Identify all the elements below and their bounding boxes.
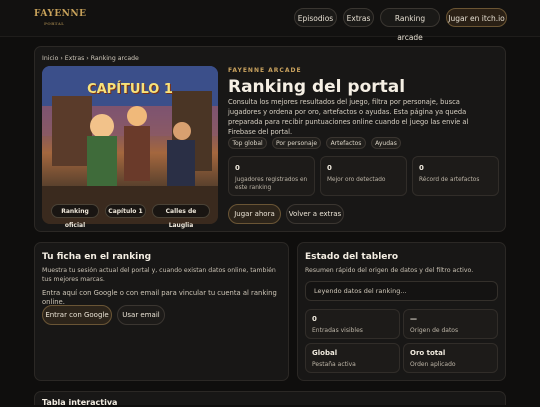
tag-por-personaje[interactable]: Por personaje [272, 137, 321, 149]
login-google-button[interactable]: Entrar con Google [42, 305, 112, 325]
cover-image: CAPÍTULO 1 [42, 66, 218, 224]
card-sort-order-value: Oro total [410, 349, 446, 357]
card-sort-order-label: Orden aplicado [410, 361, 456, 368]
login-email-button[interactable]: Usar email [117, 305, 165, 325]
card-data-source: — Origen de datos [403, 309, 498, 339]
card-active-tab-label: Pestaña activa [312, 361, 356, 368]
stat-players-value: 0 [235, 164, 240, 172]
logo-text: FAYENNE [34, 9, 87, 19]
card-data-source-label: Origen de datos [410, 327, 459, 334]
stat-best-gold: 0 Mejor oro detectado [320, 156, 407, 196]
nav-play-itch[interactable]: Jugar en itch.io [446, 8, 507, 27]
stat-best-gold-label: Mejor oro detectado [327, 177, 386, 183]
cover-title: CAPÍTULO 1 [87, 82, 173, 97]
stat-players-label: Jugadores registrados en este ranking [235, 177, 308, 191]
chip-ranking-oficial: Ranking oficial [51, 204, 99, 229]
tag-ayudas[interactable]: Ayudas [371, 137, 401, 149]
ranking-loading-status: Leyendo datos del ranking... [305, 281, 498, 301]
hero-eyebrow: FAYENNE ARCADE [228, 67, 302, 74]
stat-artifacts: 0 Récord de artefactos [412, 156, 499, 196]
chip-location: Calles de Lauglia [152, 204, 210, 229]
page-title: Ranking del portal [228, 77, 406, 97]
card-active-tab: Global Pestaña activa [305, 343, 400, 373]
stat-players: 0 Jugadores registrados en este ranking [228, 156, 315, 196]
breadcrumb: Inicio › Extras › Ranking arcade [42, 55, 139, 62]
card-visible-entries: 0 Entradas visibles [305, 309, 400, 339]
profile-description: Muestra tu sesión actual del portal y, c… [42, 267, 276, 283]
nav-episodios[interactable]: Episodios [294, 8, 337, 27]
stat-best-gold-value: 0 [327, 164, 332, 172]
hero-description: Consulta los mejores resultados del jueg… [228, 98, 469, 136]
board-title: Estado del tablero [305, 252, 399, 262]
card-data-source-value: — [410, 315, 417, 323]
site-logo[interactable]: FAYENNE PORTAL [34, 9, 86, 29]
nav-ranking-arcade[interactable]: Ranking arcade [380, 8, 440, 42]
board-description: Resumen rápido del origen de datos y del… [305, 267, 474, 274]
card-active-tab-value: Global [312, 349, 338, 357]
top-bar: FAYENNE PORTAL Episodios Extras Ranking … [0, 0, 540, 42]
logo-subtext: PORTAL [44, 21, 65, 26]
card-sort-order: Oro total Orden aplicado [403, 343, 498, 373]
back-to-extras-button[interactable]: Volver a extras [286, 204, 344, 224]
card-visible-entries-value: 0 [312, 315, 317, 323]
card-visible-entries-label: Entradas visibles [312, 327, 363, 334]
table-title: Tabla interactiva [42, 398, 118, 407]
play-now-button[interactable]: Jugar ahora [228, 204, 281, 224]
profile-title: Tu ficha en el ranking [42, 252, 152, 262]
tag-artefactos[interactable]: Artefactos [326, 137, 366, 149]
chip-capitulo: Capítulo 1 [105, 204, 146, 218]
stat-artifacts-label: Récord de artefactos [419, 177, 480, 183]
nav-extras[interactable]: Extras [343, 8, 374, 27]
tag-top-global[interactable]: Top global [228, 137, 267, 149]
stat-artifacts-value: 0 [419, 164, 424, 172]
